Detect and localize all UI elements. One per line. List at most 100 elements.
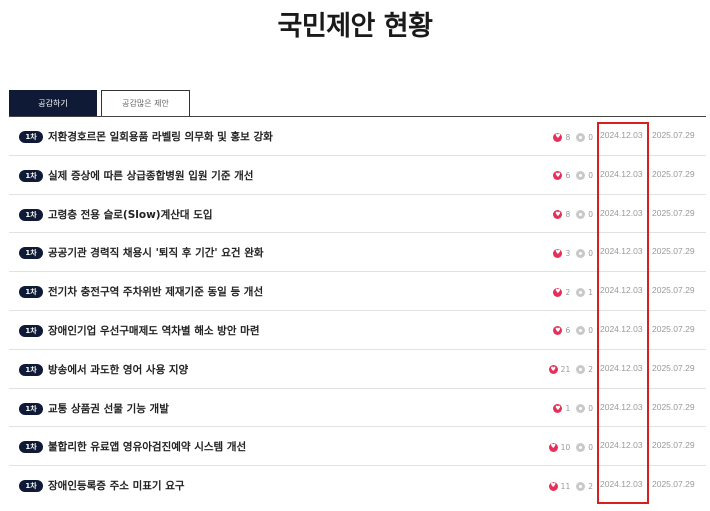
end-date: 2025.07.29 [652,285,695,296]
proposal-row[interactable]: 1차 실제 증상에 따른 상급종합병원 입원 기준 개선 ♥ 6 0 2024.… [9,156,706,195]
vote-stats: ♥ 11 2 [548,480,593,492]
proposal-title[interactable]: 실제 증상에 따른 상급종합병원 입원 기준 개선 [48,168,253,183]
proposal-row[interactable]: 1차 공공기관 경력직 채용시 '퇴직 후 기간' 요건 완화 ♥ 3 0 20… [9,233,706,273]
round-badge: 1차 [19,131,43,143]
page-title: 국민제안 현황 [277,11,433,42]
start-date: 2024.12.03 [600,246,643,257]
dislike-count: 1 [588,287,593,297]
like-count: 8 [565,210,571,220]
dislike-icon [576,132,586,142]
proposal-title[interactable]: 전기차 충전구역 주차위반 제재기준 동일 등 개선 [48,284,263,299]
heart-icon: ♥ [553,210,563,220]
start-date: 2024.12.03 [600,362,643,373]
tab-empathize[interactable]: 공감하기 [9,90,97,116]
like-count: 11 [560,481,571,491]
like-count: 21 [560,365,571,375]
end-date: 2025.07.29 [652,440,695,451]
round-badge: 1차 [19,402,43,415]
heart-icon: ♥ [548,481,558,491]
dislike-icon [576,481,586,491]
like-count: 6 [565,326,571,336]
start-date: 2024.12.03 [600,130,643,140]
heart-icon: ♥ [553,171,563,181]
start-date: 2024.12.03 [600,440,643,451]
like-count: 8 [565,132,571,142]
dislike-icon [576,248,586,258]
vote-stats: ♥ 8 0 [553,209,593,221]
vote-stats: ♥ 21 2 [548,364,593,376]
dislike-icon [576,365,586,375]
vote-stats: ♥ 3 0 [553,247,593,259]
proposal-title[interactable]: 고령층 전용 슬로(Slow)계산대 도입 [48,207,213,222]
proposal-title[interactable]: 장애인등록증 주소 미표기 요구 [48,478,185,493]
round-badge: 1차 [19,247,43,260]
start-date: 2024.12.03 [600,401,643,412]
dislike-icon [576,210,586,220]
end-date: 2025.07.29 [652,479,695,490]
heart-icon: ♥ [553,404,563,414]
dislike-count: 0 [588,132,593,142]
vote-stats: ♥ 2 1 [553,286,593,298]
round-badge: 1차 [19,363,43,376]
heart-icon: ♥ [548,442,558,452]
tab-most-empathized[interactable]: 공감많은 제안 [101,90,190,116]
proposal-title[interactable]: 방송에서 과도한 영어 사용 지양 [48,362,188,377]
end-date: 2025.07.29 [652,207,695,218]
heart-icon: ♥ [553,287,563,297]
heart-icon: ♥ [553,326,563,336]
dislike-count: 0 [588,326,593,336]
round-badge: 1차 [19,286,43,299]
dislike-count: 0 [588,442,593,452]
proposal-row[interactable]: 1차 저환경호르몬 일회용품 라벨링 의무화 및 홍보 강화 ♥ 8 0 202… [9,117,706,156]
proposal-title[interactable]: 저환경호르몬 일회용품 라벨링 의무화 및 홍보 강화 [48,129,273,144]
proposal-title[interactable]: 불합리한 유료앱 영유아검진예약 시스템 개선 [48,439,246,454]
proposal-row[interactable]: 1차 교통 상품권 선물 기능 개발 ♥ 1 0 2024.12.03 2025… [9,389,706,428]
proposal-title[interactable]: 교통 상품권 선물 기능 개발 [48,401,169,416]
like-count: 10 [560,442,571,452]
vote-stats: ♥ 1 0 [553,403,593,415]
end-date: 2025.07.29 [652,168,695,179]
end-date: 2025.07.29 [652,323,695,334]
dislike-count: 0 [588,171,593,181]
like-count: 1 [565,404,571,414]
proposal-row[interactable]: 1차 전기차 충전구역 주차위반 제재기준 동일 등 개선 ♥ 2 1 2024… [9,272,706,311]
dislike-count: 2 [588,481,593,491]
proposal-row[interactable]: 1차 장애인기업 우선구매제도 역차별 해소 방안 마련 ♥ 6 0 2024.… [9,311,706,350]
round-badge: 1차 [19,324,43,337]
dislike-icon [576,171,586,181]
dislike-count: 0 [588,404,593,414]
proposal-row[interactable]: 1차 고령층 전용 슬로(Slow)계산대 도입 ♥ 8 0 2024.12.0… [9,195,706,234]
end-date: 2025.07.29 [652,362,695,373]
proposal-row[interactable]: 1차 장애인등록증 주소 미표기 요구 ♥ 11 2 2024.12.03 20… [9,466,706,505]
proposal-title[interactable]: 장애인기업 우선구매제도 역차별 해소 방안 마련 [48,323,259,338]
start-date: 2024.12.03 [600,285,643,296]
start-date: 2024.12.03 [600,207,643,218]
dislike-icon [576,287,586,297]
dislike-count: 2 [588,365,593,375]
vote-stats: ♥ 6 0 [553,325,593,337]
like-count: 3 [565,248,571,258]
end-date: 2025.07.29 [652,246,695,257]
dislike-icon [576,442,586,452]
vote-stats: ♥ 8 0 [553,131,593,143]
heart-icon: ♥ [548,365,558,375]
start-date: 2024.12.03 [600,168,643,179]
proposal-row[interactable]: 1차 불합리한 유료앱 영유아검진예약 시스템 개선 ♥ 10 0 2024.1… [9,427,706,467]
end-date: 2025.07.29 [652,130,695,140]
dislike-icon [576,404,586,414]
proposal-list: 1차 저환경호르몬 일회용품 라벨링 의무화 및 홍보 강화 ♥ 8 0 202… [9,116,706,505]
round-badge: 1차 [19,441,43,454]
like-count: 2 [565,287,571,297]
dislike-count: 0 [588,210,593,220]
vote-stats: ♥ 10 0 [548,441,593,453]
proposal-title[interactable]: 공공기관 경력직 채용시 '퇴직 후 기간' 요건 완화 [48,245,264,260]
round-badge: 1차 [19,169,43,182]
dislike-icon [576,326,586,336]
proposal-row[interactable]: 1차 방송에서 과도한 영어 사용 지양 ♥ 21 2 2024.12.03 2… [9,350,706,389]
end-date: 2025.07.29 [652,401,695,412]
start-date: 2024.12.03 [600,323,643,334]
vote-stats: ♥ 6 0 [553,170,593,182]
round-badge: 1차 [19,480,43,493]
round-badge: 1차 [19,208,43,221]
start-date: 2024.12.03 [600,479,643,490]
